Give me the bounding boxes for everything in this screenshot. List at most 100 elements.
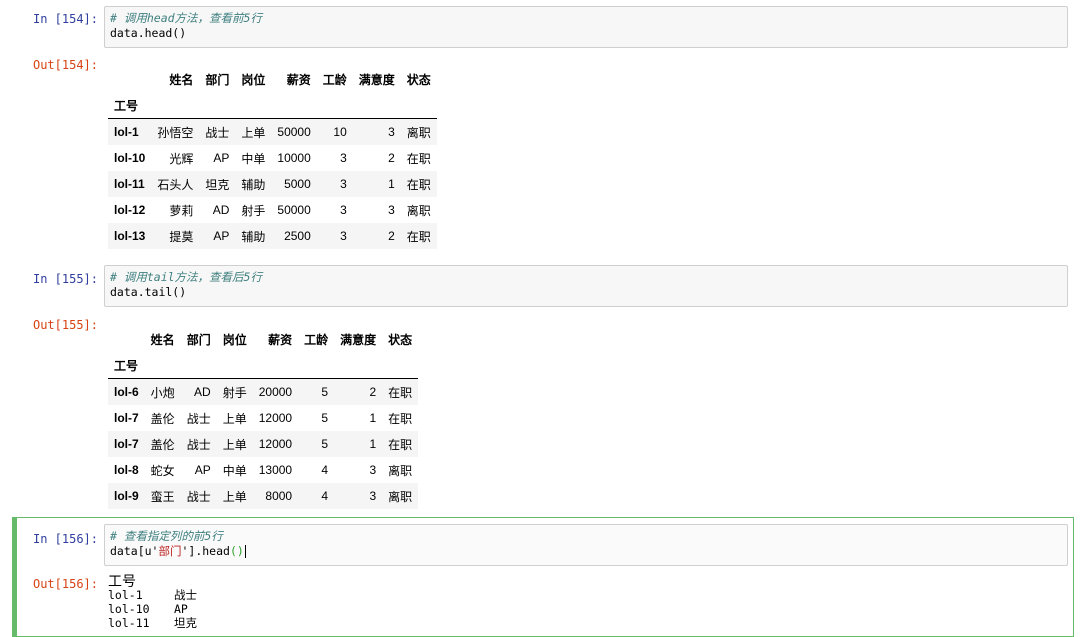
table-row: lol-1 孙悟空 战士 上单 50000 10 3 离职 [108, 118, 437, 145]
table-cell: 1 [369, 411, 377, 425]
column-header: 工龄 [304, 332, 329, 347]
series-row: lol-10 AP [108, 602, 197, 616]
header-blank [352, 92, 401, 119]
code-comment: # 查看指定列的前5行 [110, 529, 223, 543]
header-blank [252, 352, 299, 379]
table-cell: 孙悟空 [157, 125, 194, 140]
table-cell: 3 [388, 203, 395, 217]
dataframe-output: 姓名 部门 岗位 薪资 工龄 满意度 状态 工号 lol-6 小炮 AD 射手 20000 5 2 在职 lol… [108, 326, 419, 509]
table-cell: 辅助 [241, 229, 266, 244]
table-cell: AD [194, 385, 211, 399]
column-header: 工龄 [322, 72, 347, 87]
text-cursor [244, 545, 246, 558]
table-cell: 12000 [258, 437, 293, 451]
table-cell: 1 [388, 177, 395, 191]
table-cell: 石头人 [157, 177, 194, 192]
table-cell: 盖伦 [150, 411, 175, 426]
series-index: lol-1 [108, 588, 143, 602]
column-header: 部门 [205, 72, 230, 87]
output-prompt: Out[155]: [32, 318, 98, 332]
table-cell: 50000 [277, 125, 311, 139]
table-cell: 离职 [388, 489, 413, 504]
table-cell: 3 [369, 489, 377, 503]
table-row: lol-13 提莫 AP 辅助 2500 3 2 在职 [108, 223, 437, 249]
table-cell: 射手 [222, 385, 247, 400]
table-cell: 离职 [406, 203, 431, 218]
header-blank [151, 92, 200, 119]
table-cell: 3 [388, 125, 395, 139]
table-cell: 蛮王 [150, 489, 175, 504]
table-cell: AP [213, 151, 230, 165]
table-row: lol-12 萝莉 AD 射手 50000 3 3 离职 [108, 197, 437, 223]
table-cell: AP [213, 229, 230, 243]
column-header: 满意度 [358, 72, 395, 87]
code-comment: # 调用head方法，查看前5行 [110, 11, 262, 25]
column-header: 满意度 [340, 332, 377, 347]
header-blank [382, 352, 419, 379]
code-prefix: data[u' [110, 544, 159, 558]
table-cell: 2500 [284, 229, 311, 243]
series-row: lol-1 战士 [108, 588, 197, 602]
series-output: 工号 lol-1 战士 lol-10 AP lol-11 坦克 [108, 574, 197, 630]
table-cell: 光辉 [169, 151, 194, 166]
table-cell: 战士 [186, 411, 211, 426]
table-cell: 射手 [241, 203, 266, 218]
table-cell: 蛇女 [150, 463, 175, 478]
table-row: lol-8 蛇女 AP 中单 13000 4 3 离职 [108, 457, 418, 483]
series-value: AP [174, 602, 188, 616]
code-input-area[interactable]: # 查看指定列的前5行 data[u'部门'].head() [104, 524, 1068, 566]
table-cell: 在职 [388, 437, 413, 452]
table-cell: 5000 [284, 177, 311, 191]
code-line: data.head() [110, 26, 187, 40]
code-suffix: '].head [181, 544, 230, 558]
column-header: 状态 [406, 72, 431, 87]
header-blank [298, 352, 335, 379]
table-cell: 战士 [205, 125, 230, 140]
row-index: lol-7 [114, 437, 139, 451]
row-index: lol-12 [114, 203, 146, 217]
table-cell: 在职 [388, 411, 413, 426]
row-index: lol-11 [114, 177, 145, 191]
column-header: 部门 [186, 332, 211, 347]
row-index: lol-1 [114, 125, 139, 139]
index-name: 工号 [108, 92, 152, 119]
header-blank [235, 92, 272, 119]
code-line: data.tail() [110, 285, 187, 299]
series-index-name: 工号 [108, 573, 136, 589]
table-cell: 辅助 [241, 177, 266, 192]
table-cell: AP [194, 463, 211, 477]
header-blank [180, 352, 217, 379]
table-row: lol-7 盖伦 战士 上单 12000 5 1 在职 [108, 431, 419, 457]
table-row: lol-11 石头人 坦克 辅助 5000 3 1 在职 [108, 171, 437, 197]
table-cell: 盖伦 [150, 437, 175, 452]
table-cell: 战士 [186, 437, 211, 452]
header-blank [334, 352, 383, 379]
row-index: lol-9 [114, 489, 139, 503]
table-cell: 13000 [258, 463, 293, 477]
table-cell: 2 [369, 385, 377, 399]
table-cell: 上单 [222, 437, 247, 452]
output-prompt: Out[156]: [32, 577, 98, 591]
header-blank [144, 352, 181, 379]
code-comment: # 调用tail方法，查看后5行 [110, 270, 262, 284]
table-cell: 坦克 [205, 177, 230, 192]
table-cell: AD [212, 203, 230, 217]
column-header: 姓名 [150, 332, 175, 347]
table-cell: 5 [321, 385, 329, 399]
table-cell: 在职 [406, 177, 431, 192]
table-cell: 战士 [186, 489, 211, 504]
row-index: lol-13 [114, 229, 146, 243]
table-cell: 10000 [277, 151, 311, 165]
row-index: lol-10 [114, 151, 146, 165]
code-input-area[interactable]: # 调用head方法，查看前5行 data.head() [104, 6, 1068, 48]
code-input-area[interactable]: # 调用tail方法，查看后5行 data.tail() [104, 265, 1068, 307]
column-header: 状态 [388, 332, 413, 347]
table-cell: 中单 [222, 463, 247, 478]
table-cell: 萝莉 [169, 203, 194, 218]
table-cell: 小炮 [150, 385, 175, 400]
code-string: 部门 [158, 544, 182, 558]
row-index: lol-8 [114, 463, 139, 477]
column-header: 岗位 [241, 72, 266, 87]
input-prompt: In [154]: [32, 12, 98, 26]
header-blank [199, 92, 236, 119]
